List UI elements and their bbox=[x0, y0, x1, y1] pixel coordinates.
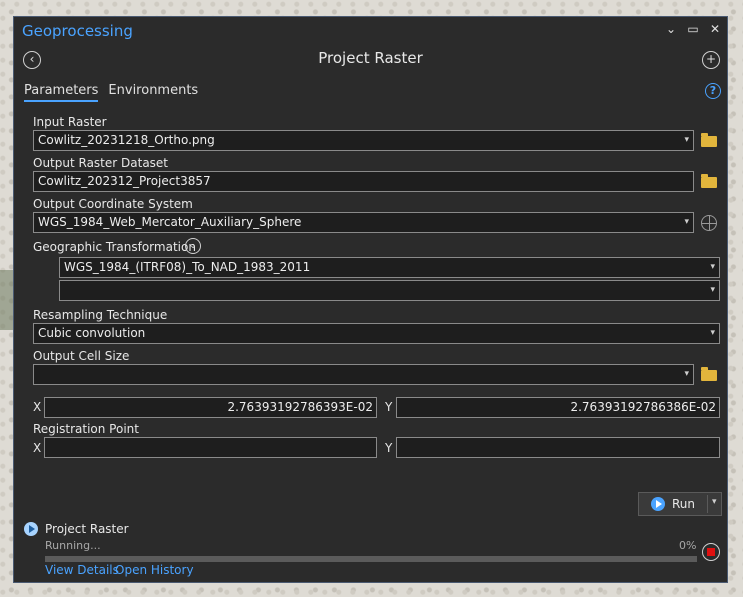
close-icon[interactable]: ✕ bbox=[709, 22, 721, 36]
divider bbox=[707, 495, 708, 513]
progress-percent: 0% bbox=[679, 539, 697, 552]
globe-icon[interactable] bbox=[701, 215, 717, 231]
stop-icon[interactable] bbox=[702, 543, 720, 561]
expand-chevron-icon[interactable]: ⌄ bbox=[185, 238, 201, 254]
tool-title: Project Raster bbox=[318, 49, 423, 67]
geo-transform-field-2[interactable]: ▾ bbox=[59, 280, 720, 301]
cell-size-y-label: Y bbox=[385, 400, 393, 414]
geo-transform-label: Geographic Transformation bbox=[33, 240, 196, 254]
options-chevron-icon[interactable]: ⌄ bbox=[665, 22, 677, 36]
registration-x-field[interactable] bbox=[44, 437, 377, 458]
help-icon[interactable]: ? bbox=[705, 83, 721, 99]
chevron-down-icon[interactable]: ▾ bbox=[684, 365, 689, 384]
output-raster-label: Output Raster Dataset bbox=[33, 156, 169, 170]
input-raster-value: Cowlitz_20231218_Ortho.png bbox=[38, 133, 215, 147]
registration-y-field[interactable] bbox=[396, 437, 720, 458]
status-tool-name: Project Raster bbox=[45, 522, 129, 536]
cell-size-y-field[interactable]: 2.76393192786386E-02 bbox=[396, 397, 720, 418]
resampling-field[interactable]: Cubic convolution ▾ bbox=[33, 323, 720, 344]
status-state: Running... bbox=[45, 539, 101, 552]
add-icon[interactable]: + bbox=[702, 51, 720, 69]
chevron-down-icon[interactable]: ▾ bbox=[684, 131, 689, 150]
registration-y-label: Y bbox=[385, 441, 393, 455]
chevron-down-icon[interactable]: ▾ bbox=[710, 324, 715, 343]
cell-size-x-field[interactable]: 2.76393192786393E-02 bbox=[44, 397, 377, 418]
input-raster-label: Input Raster bbox=[33, 115, 107, 129]
cell-size-x-label: X bbox=[33, 400, 42, 414]
resampling-value: Cubic convolution bbox=[38, 326, 146, 340]
tab-parameters[interactable]: Parameters bbox=[24, 83, 99, 102]
open-history-link[interactable]: Open History bbox=[115, 563, 194, 577]
resampling-label: Resampling Technique bbox=[33, 308, 168, 322]
folder-icon[interactable] bbox=[701, 133, 717, 147]
geo-transform-field-1[interactable]: WGS_1984_(ITRF08)_To_NAD_1983_2011 ▾ bbox=[59, 257, 720, 278]
run-button[interactable]: Run ▾ bbox=[638, 492, 722, 516]
output-raster-field[interactable]: Cowlitz_202312_Project3857 bbox=[33, 171, 694, 192]
cell-size-label: Output Cell Size bbox=[33, 349, 130, 363]
output-cs-field[interactable]: WGS_1984_Web_Mercator_Auxiliary_Sphere ▾ bbox=[33, 212, 694, 233]
input-raster-field[interactable]: Cowlitz_20231218_Ortho.png ▾ bbox=[33, 130, 694, 151]
pane-title: Geoprocessing bbox=[22, 22, 133, 40]
run-icon bbox=[651, 497, 665, 511]
cell-size-y-value: 2.76393192786386E-02 bbox=[570, 400, 716, 414]
view-details-link[interactable]: View Details bbox=[45, 563, 119, 577]
tab-environments[interactable]: Environments bbox=[108, 83, 198, 102]
output-cs-value: WGS_1984_Web_Mercator_Auxiliary_Sphere bbox=[38, 215, 302, 229]
chevron-down-icon[interactable]: ▾ bbox=[710, 281, 715, 300]
tool-header: ‹ Project Raster + bbox=[14, 47, 727, 73]
title-bar: Geoprocessing ⌄ ▭ ✕ bbox=[14, 17, 727, 45]
output-raster-value: Cowlitz_202312_Project3857 bbox=[38, 174, 211, 188]
folder-icon[interactable] bbox=[701, 174, 717, 188]
chevron-down-icon[interactable]: ▾ bbox=[710, 258, 715, 277]
cell-size-x-value: 2.76393192786393E-02 bbox=[227, 400, 373, 414]
run-label: Run bbox=[672, 497, 696, 511]
window-controls: ⌄ ▭ ✕ bbox=[665, 22, 721, 36]
cell-size-field[interactable]: ▾ bbox=[33, 364, 694, 385]
geoprocessing-pane: Geoprocessing ⌄ ▭ ✕ ‹ Project Raster + P… bbox=[13, 16, 728, 583]
output-cs-label: Output Coordinate System bbox=[33, 197, 193, 211]
registration-x-label: X bbox=[33, 441, 42, 455]
folder-icon[interactable] bbox=[701, 367, 717, 381]
tool-status-icon bbox=[24, 522, 38, 536]
geo-transform-value-1: WGS_1984_(ITRF08)_To_NAD_1983_2011 bbox=[64, 260, 311, 274]
run-options-chevron-icon[interactable]: ▾ bbox=[712, 497, 717, 507]
maximize-icon[interactable]: ▭ bbox=[687, 22, 699, 36]
chevron-down-icon[interactable]: ▾ bbox=[684, 213, 689, 232]
registration-label: Registration Point bbox=[33, 422, 139, 436]
tab-bar: Parameters Environments bbox=[24, 83, 198, 102]
progress-bar bbox=[45, 556, 697, 562]
map-feature bbox=[0, 270, 14, 330]
